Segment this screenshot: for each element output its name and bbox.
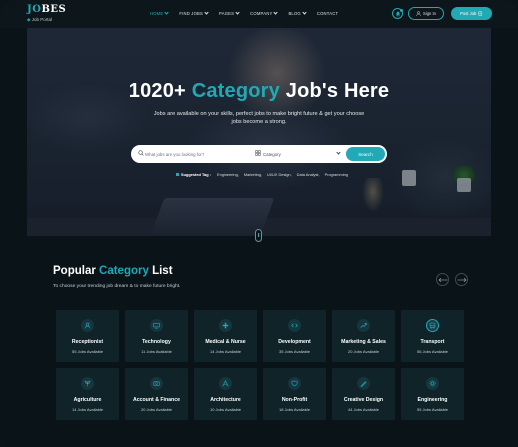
notification-button[interactable] [392,8,403,19]
page-frame: JOBES ◆ Job Portal HOME FIND JOBS PAGES … [0,0,518,447]
category-card-medical[interactable]: Medical & Nurse 14 Jobs Available [194,310,257,362]
creative-icon [357,377,370,390]
hero-overlay [27,28,491,236]
category-card-non-profit[interactable]: Non-Profit 18 Jobs Available [263,368,326,420]
tag-link[interactable]: UI/UX Design, [267,172,292,177]
technology-icon [150,319,163,332]
chevron-down-icon [336,150,341,155]
post-job-label: Post Job [460,11,477,16]
prev-arrow-button[interactable] [437,275,449,285]
hero-title: 1020+ Category Job's Here [128,80,390,102]
tag-link[interactable]: Engineering, [217,172,239,177]
category-card-architecture[interactable]: Architecture 10 Jobs Available [194,368,257,420]
section-subtitle: To choose your trending job dream & to m… [53,284,181,289]
tag-link[interactable]: Marketing, [244,172,262,177]
nav-item-find-jobs[interactable]: FIND JOBS [179,10,209,16]
job-search-input[interactable] [145,149,245,159]
chevron-down-icon [302,10,307,15]
category-card-development[interactable]: Development 35 Jobs Available [263,310,326,362]
category-card-technology[interactable]: Technology 11 Jobs Available [125,310,188,362]
tag-link[interactable]: Programming [325,172,348,177]
hero-banner: 1020+ Category Job's Here Jobs are avail… [27,28,491,236]
category-card-engineering[interactable]: Engineering 55 Jobs Available [401,368,464,420]
engineering-icon [426,377,439,390]
hero-subtitle: Jobs are available on your skills, perfe… [153,111,365,125]
nav-item-home[interactable]: HOME [150,10,169,16]
notification-dot [400,9,403,12]
post-job-button[interactable]: Post Job [451,7,492,20]
user-icon [416,11,421,16]
brand-name: JOBES [27,4,67,15]
suggested-tag-label: Suggested Tag : [181,172,211,177]
sign-in-label: Sign In [422,11,437,16]
transport-icon [426,319,439,332]
top-navbar: JOBES ◆ Job Portal HOME FIND JOBS PAGES … [0,0,518,28]
nav-item-blog[interactable]: BLOG [288,10,307,16]
architecture-icon [219,377,232,390]
chevron-down-icon [273,10,279,15]
medical-icon [219,319,232,332]
brand-tagline: ◆ Job Portal [27,17,52,22]
chevron-down-icon [204,10,209,15]
search-icon [138,150,144,156]
job-search-bar: Category Search [131,145,387,163]
mouse-wheel-icon [258,233,260,237]
category-card-receptionist[interactable]: Receptionist 55 Jobs Available [56,310,119,362]
scroll-down-indicator[interactable] [255,229,262,242]
category-card-transport[interactable]: Transport 56 Jobs Available [401,310,464,362]
non-profit-icon [288,377,301,390]
category-card-agriculture[interactable]: Agriculture 14 Jobs Available [56,368,119,420]
section-title: Popular Category List [53,265,173,277]
sign-in-button[interactable]: Sign In [408,7,444,20]
category-card-finance[interactable]: Account & Finance 20 Jobs Available [125,368,188,420]
arrow-right-icon [457,278,467,282]
tag-link[interactable]: Data Analyst, [297,172,320,177]
nav-item-company[interactable]: COMPANY [250,10,279,16]
tag-icon [176,173,179,176]
search-button[interactable]: Search [346,147,385,161]
nav-item-contact[interactable]: CONTACT [317,11,338,16]
document-icon [478,11,483,16]
agriculture-icon [81,377,94,390]
nav-item-pages[interactable]: PAGES [219,10,240,16]
reception-icon [81,319,94,332]
development-icon [288,319,301,332]
category-icon [255,150,261,156]
category-card-marketing[interactable]: Marketing & Sales 20 Jobs Available [332,310,395,362]
main-nav: HOME FIND JOBS PAGES COMPANY BLOG CONTAC… [150,10,349,16]
next-arrow-button[interactable] [456,275,468,285]
suggested-tags: Suggested Tag : Engineering, Marketing, … [176,172,353,177]
category-select[interactable]: Category [263,152,281,157]
marketing-icon [357,319,370,332]
category-card-creative-design[interactable]: Creative Design 44 Jobs Available [332,368,395,420]
chevron-down-icon [164,10,169,15]
chevron-down-icon [235,10,240,15]
brand-logo[interactable]: JOBES ◆ Job Portal [27,4,67,23]
arrow-left-icon [438,278,448,282]
finance-icon [150,377,163,390]
